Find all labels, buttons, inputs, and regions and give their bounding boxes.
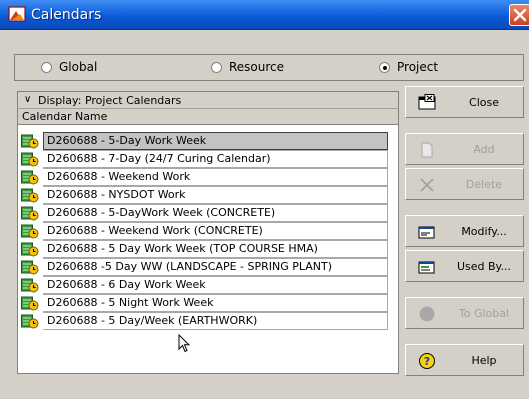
help-button[interactable]: ? Help [405, 344, 524, 376]
display-filter-label: Display: Project Calendars [38, 94, 182, 107]
calendar-clock-icon [21, 260, 39, 275]
calendar-row-name: D260688 - 5-Day Work Week [47, 134, 207, 147]
calendar-row-name: D260688 - 7-Day (24/7 Curing Calendar) [47, 152, 271, 165]
calendar-row-name: D260688 - 5 Day/Week (EARTHWORK) [47, 314, 258, 327]
edit-window-icon [418, 226, 435, 239]
to-global-button[interactable]: To Global [405, 297, 524, 329]
modify-button[interactable]: Modify... [405, 215, 524, 247]
close-window-icon [418, 94, 436, 110]
help-button-label: Help [471, 354, 497, 367]
chevron-down-icon: ∨ [24, 94, 32, 105]
window-close-button[interactable] [509, 4, 529, 26]
calendar-row[interactable]: D260688 - 7-Day (24/7 Curing Calendar) [18, 150, 398, 168]
calendar-clock-icon [21, 188, 39, 203]
calendar-row[interactable]: D260688 - 6 Day Work Week [18, 276, 398, 294]
calendar-row[interactable]: D260688 - 5 Night Work Week [18, 294, 398, 312]
calendar-row-name: D260688 - Weekend Work (CONCRETE) [47, 224, 263, 237]
calendar-clock-icon [21, 134, 39, 149]
blank-document-icon [421, 142, 433, 158]
calendar-row-name: D260688 - Weekend Work [47, 170, 191, 183]
window-title: Calendars [31, 7, 102, 23]
calendar-row[interactable]: D260688 - 5-Day Work Week [18, 132, 398, 150]
calendar-clock-icon [21, 314, 39, 329]
calendar-clock-icon [21, 152, 39, 167]
delete-button[interactable]: Delete [405, 168, 524, 200]
window-list-icon [418, 261, 435, 274]
gray-circle-icon [419, 306, 435, 322]
calendar-row-name: D260688 - 5 Night Work Week [47, 296, 214, 309]
calendar-app-icon [8, 6, 26, 22]
display-filter-bar[interactable]: ∨ Display: Project Calendars [18, 92, 398, 109]
radio-global-indicator [41, 62, 52, 73]
delete-button-label: Delete [465, 178, 503, 191]
radio-global-label: Global [59, 60, 98, 74]
calendar-row-name: D260688 - 5-DayWork Week (CONCRETE) [47, 206, 276, 219]
svg-text:?: ? [424, 355, 430, 368]
column-header-calendar-name[interactable]: Calendar Name [18, 109, 398, 125]
to-global-button-label: To Global [458, 307, 510, 320]
calendar-clock-icon [21, 278, 39, 293]
calendar-row[interactable]: D260688 - Weekend Work (CONCRETE) [18, 222, 398, 240]
x-mark-icon [420, 178, 434, 192]
calendar-clock-icon [21, 206, 39, 221]
calendar-row[interactable]: D260688 - NYSDOT Work [18, 186, 398, 204]
mouse-pointer-icon [178, 334, 190, 353]
calendar-clock-icon [21, 242, 39, 257]
calendar-row[interactable]: D260688 - Weekend Work [18, 168, 398, 186]
calendar-row-name: D260688 - 6 Day Work Week [47, 278, 206, 291]
close-button-label: Close [469, 96, 499, 109]
calendar-clock-icon [21, 224, 39, 239]
used-by-button-label: Used By... [456, 260, 511, 273]
add-button[interactable]: Add [405, 133, 524, 165]
calendar-row-name: D260688 - 5 Day Work Week (TOP COURSE HM… [47, 242, 318, 255]
radio-resource-indicator [211, 62, 222, 73]
radio-resource-label: Resource [229, 60, 285, 74]
question-mark-icon: ? [419, 353, 435, 369]
radio-project-label: Project [397, 60, 439, 74]
calendars-dialog: Calendars Global Resource Project ∨ Disp… [0, 0, 529, 399]
close-icon [513, 8, 527, 22]
calendar-scope-group: Global Resource Project [14, 54, 524, 81]
modify-button-label: Modify... [461, 225, 507, 238]
calendar-list-panel: ∨ Display: Project Calendars Calendar Na… [17, 91, 399, 374]
close-button[interactable]: Close [405, 86, 524, 118]
used-by-button[interactable]: Used By... [405, 250, 524, 282]
add-button-label: Add [473, 143, 495, 156]
calendar-clock-icon [21, 296, 39, 311]
calendar-row-name: D260688 -5 Day WW (LANDSCAPE - SPRING PL… [47, 260, 333, 273]
calendar-row[interactable]: D260688 - 5-DayWork Week (CONCRETE) [18, 204, 398, 222]
title-bar: Calendars [0, 0, 529, 30]
calendar-clock-icon [21, 170, 39, 185]
calendar-row-name: D260688 - NYSDOT Work [47, 188, 186, 201]
calendar-row[interactable]: D260688 -5 Day WW (LANDSCAPE - SPRING PL… [18, 258, 398, 276]
column-header-label: Calendar Name [22, 110, 108, 123]
calendar-row[interactable]: D260688 - 5 Day/Week (EARTHWORK) [18, 312, 398, 330]
radio-project-indicator [379, 62, 390, 73]
calendar-row[interactable]: D260688 - 5 Day Work Week (TOP COURSE HM… [18, 240, 398, 258]
action-button-column: Close Add Delete Modify... Used By... To… [405, 86, 524, 396]
